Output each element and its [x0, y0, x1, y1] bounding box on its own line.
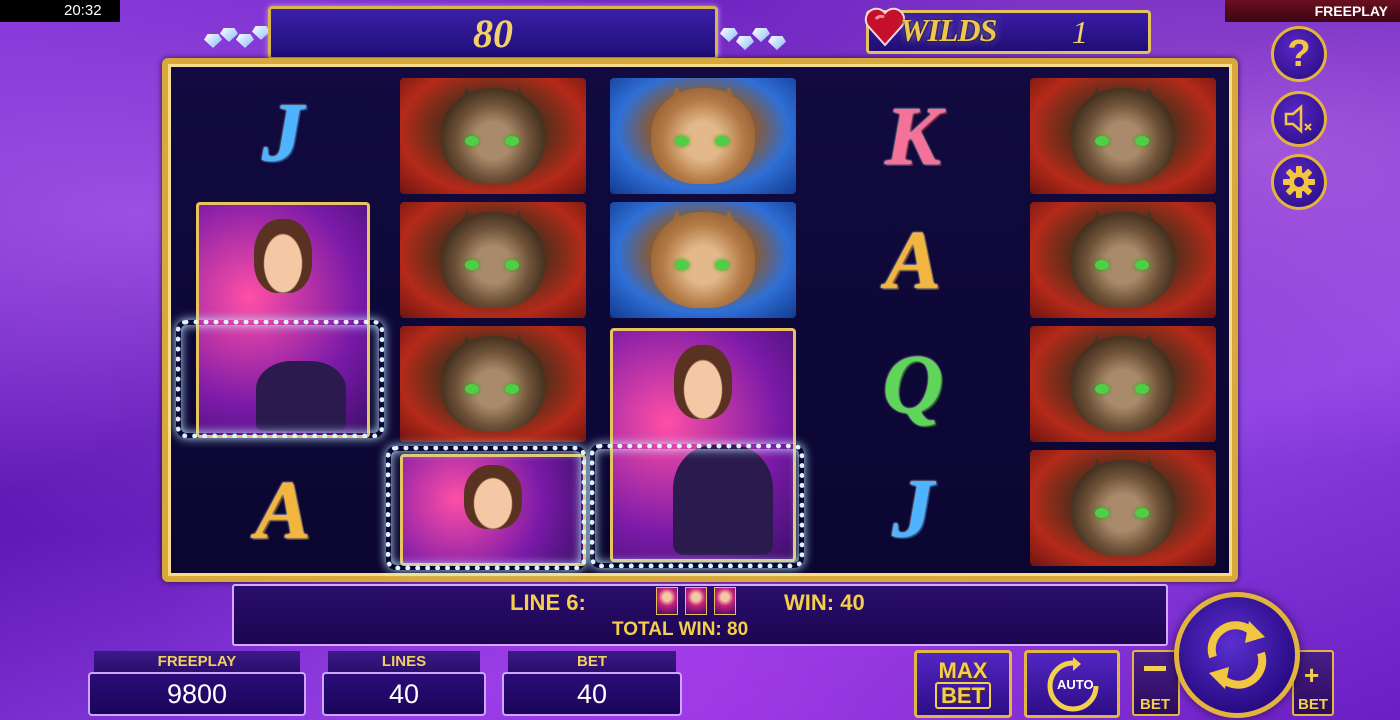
cat-eye: [1135, 384, 1149, 394]
question-icon: ?: [1287, 33, 1311, 75]
cat-eye: [715, 136, 729, 146]
symbol-cat-blue: [610, 202, 796, 318]
cat-eye: [465, 136, 479, 146]
symbol-j: J: [820, 450, 1006, 566]
reels-frame: J A K A Q J: [162, 58, 1238, 582]
symbol-cat-blue: [610, 78, 796, 194]
max-bet-line1: MAX: [938, 658, 988, 683]
winning-symbols-preview: [656, 587, 746, 617]
cat-eye: [675, 260, 689, 270]
symbol-letter: J: [262, 85, 304, 179]
cat-eye: [1135, 260, 1149, 270]
woman-head: [254, 219, 312, 293]
cat-eye: [715, 260, 729, 270]
bet-meter-label: BET: [508, 651, 676, 673]
bet-decrease-button[interactable]: BET: [1132, 650, 1180, 716]
cat-eye: [505, 384, 519, 394]
spin-button[interactable]: [1174, 592, 1300, 718]
clock: 20:32: [64, 2, 102, 19]
cat-face: [1071, 212, 1175, 308]
symbol-letter: K: [884, 89, 942, 183]
line-win-amount: WIN: 40: [784, 590, 865, 615]
symbol-q: Q: [820, 326, 1006, 442]
max-bet-line2: BET: [935, 682, 991, 709]
bet-plus-label: BET: [1298, 696, 1328, 713]
wilds-label: WILDS: [900, 12, 997, 48]
cat-face: [1071, 460, 1175, 556]
symbol-a: A: [190, 452, 376, 568]
cat-eye: [675, 136, 689, 146]
cat-eye: [1095, 136, 1109, 146]
speaker-muted-icon: [1284, 104, 1312, 134]
freeplay-meter-label: FREEPLAY: [94, 651, 300, 673]
symbol-letter: J: [892, 461, 934, 555]
auto-label: AUTO: [1057, 677, 1094, 692]
help-button[interactable]: ?: [1271, 26, 1327, 82]
plus-icon: +: [1304, 660, 1320, 690]
cat-eye: [505, 260, 519, 270]
win-sparkle-frame: [590, 444, 804, 568]
spin-arrows-icon: [1207, 621, 1267, 689]
win-sparkle-frame: [176, 320, 384, 438]
mini-symbol: [656, 587, 678, 615]
wilds-count: 1: [1072, 14, 1088, 50]
cat-face: [441, 336, 545, 432]
symbol-cat-red: [1030, 78, 1216, 194]
total-win: TOTAL WIN: 80: [612, 619, 749, 640]
symbol-cat-red: [400, 202, 586, 318]
freeplay-balance: 9800: [88, 672, 306, 716]
reel-2: [386, 74, 592, 570]
symbol-a: A: [820, 202, 1006, 318]
woman-head: [674, 345, 732, 419]
diamonds-left-decoration: [200, 24, 270, 54]
minus-icon: [1144, 666, 1166, 671]
symbol-cat-red: [400, 78, 586, 194]
symbol-cat-red: [1030, 450, 1216, 566]
cat-face: [651, 88, 755, 184]
bet-minus-label: BET: [1140, 696, 1170, 713]
symbol-k: K: [820, 78, 1006, 194]
win-amount-display: 80: [268, 6, 718, 60]
mini-symbol: [685, 587, 707, 615]
win-sparkle-frame: [386, 446, 586, 570]
cat-eye: [1135, 508, 1149, 518]
max-bet-button[interactable]: MAX BET: [914, 650, 1012, 718]
cat-eye: [1095, 260, 1109, 270]
lines-meter-label: LINES: [328, 651, 480, 673]
cat-eye: [1135, 136, 1149, 146]
cat-face: [651, 212, 755, 308]
reel-4: K A Q J: [812, 74, 1012, 568]
cat-eye: [1095, 508, 1109, 518]
cat-eye: [505, 136, 519, 146]
auto-spin-button[interactable]: AUTO: [1024, 650, 1120, 718]
sound-button[interactable]: [1271, 91, 1327, 147]
mini-symbol: [714, 587, 736, 615]
reel-3: [590, 74, 804, 568]
cat-eye: [465, 384, 479, 394]
symbol-cat-red: [1030, 326, 1216, 442]
symbol-cat-red: [400, 326, 586, 442]
lines-value[interactable]: 40: [322, 672, 486, 716]
diamonds-right-decoration: [720, 24, 790, 54]
symbol-j: J: [190, 74, 376, 190]
cat-face: [1071, 88, 1175, 184]
cat-face: [441, 88, 545, 184]
symbol-letter: A: [884, 213, 942, 307]
settings-button[interactable]: [1271, 154, 1327, 210]
status-bar-bg: [0, 0, 120, 22]
line-label: LINE 6:: [510, 590, 586, 615]
bet-value[interactable]: 40: [502, 672, 682, 716]
symbol-letter: A: [254, 463, 312, 557]
symbol-cat-red: [1030, 202, 1216, 318]
cat-eye: [1095, 384, 1109, 394]
cat-eye: [465, 260, 479, 270]
reel-5: [1022, 74, 1222, 568]
cat-face: [1071, 336, 1175, 432]
win-info-panel: LINE 6: WIN: 40 TOTAL WIN: 80: [232, 584, 1168, 646]
gear-icon: [1283, 166, 1315, 198]
symbol-letter: Q: [882, 337, 944, 431]
reel-1: J A: [176, 74, 384, 568]
mode-tag: FREEPLAY: [1225, 0, 1400, 22]
cat-face: [441, 212, 545, 308]
